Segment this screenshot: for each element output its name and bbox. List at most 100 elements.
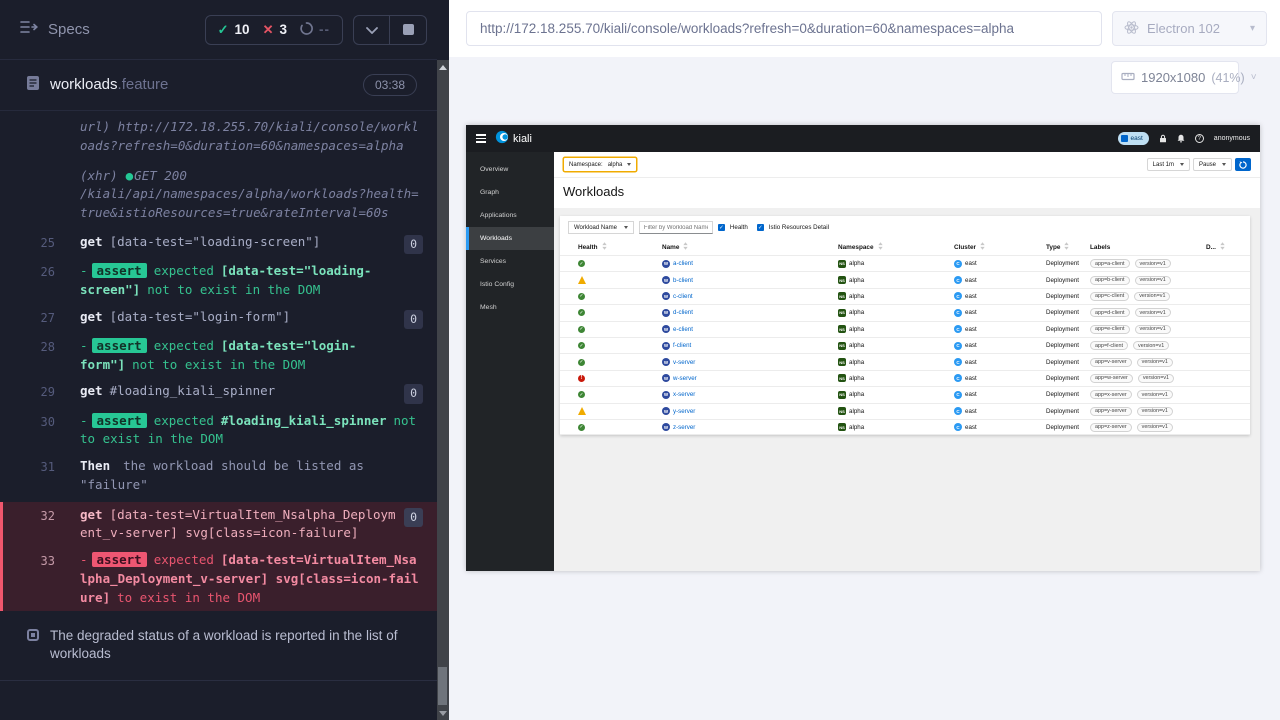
- workload-link-x-server[interactable]: x-server: [673, 391, 695, 398]
- filter-type-dropdown[interactable]: Workload Name: [568, 221, 634, 234]
- command-row-32[interactable]: 32get[data-test=VirtualItem_Nsalpha_Depl…: [3, 502, 437, 548]
- sidebar-item-applications[interactable]: Applications: [466, 204, 554, 227]
- health-checkbox[interactable]: ✓: [718, 224, 725, 231]
- name-cell: Wf-client: [662, 342, 838, 350]
- sort-icon: [1064, 242, 1069, 250]
- next-test-title[interactable]: The degraded status of a workload is rep…: [0, 623, 437, 680]
- pause-select[interactable]: Pause: [1193, 158, 1232, 171]
- specs-menu-icon[interactable]: [20, 20, 38, 39]
- label-pill: app=v-server: [1090, 358, 1132, 367]
- user-menu[interactable]: anonymous: [1214, 135, 1250, 142]
- command-number: 32: [3, 506, 55, 544]
- health-cell: ✓: [578, 293, 662, 300]
- workload-link-w-server[interactable]: w-server: [673, 375, 697, 382]
- url-input[interactable]: [466, 11, 1102, 46]
- lock-icon[interactable]: [1159, 130, 1167, 148]
- column-header-type[interactable]: Type: [1046, 242, 1090, 252]
- healthy-icon: ✓: [578, 359, 585, 366]
- sidebar-item-services[interactable]: Services: [466, 250, 554, 273]
- help-icon[interactable]: ?: [1195, 134, 1204, 143]
- sidebar-item-overview[interactable]: Overview: [466, 158, 554, 181]
- workload-badge: W: [662, 276, 670, 284]
- command-row-26[interactable]: 26-assertexpected[data-test="loading-scr…: [0, 258, 437, 304]
- chevron-down-icon: [1222, 163, 1226, 166]
- command-row-27[interactable]: 27get[data-test="login-form"]0: [0, 304, 437, 333]
- time-range-select[interactable]: Last 1m: [1147, 158, 1190, 171]
- workload-badge: W: [662, 391, 670, 399]
- namespace-badge: NS: [838, 342, 846, 350]
- column-header-health[interactable]: Health: [578, 242, 662, 252]
- browser-select[interactable]: Electron 102 ▾: [1112, 11, 1267, 46]
- sidebar-item-workloads[interactable]: Workloads: [466, 227, 554, 250]
- viewport-select[interactable]: 1920x1080 (41%) ˅: [1111, 61, 1239, 94]
- workload-link-z-server[interactable]: z-server: [673, 424, 695, 431]
- column-header-namespace[interactable]: Namespace: [838, 242, 954, 252]
- workload-link-y-server[interactable]: y-server: [673, 408, 695, 415]
- workload-row-z-server: ✓Wz-serverNSalphaCeastDeploymentapp=z-se…: [560, 419, 1250, 435]
- workload-link-b-client[interactable]: b-client: [673, 277, 693, 284]
- namespace-badge: NS: [838, 358, 846, 366]
- scrollbar-track[interactable]: [437, 60, 449, 720]
- command-row-31[interactable]: 31Thenthe workload should be listed as "…: [0, 453, 437, 499]
- cluster-cell: Ceast: [954, 342, 1046, 350]
- command-message: get[data-test="login-form"]: [55, 308, 398, 329]
- cluster-cell: Ceast: [954, 423, 1046, 431]
- command-message: get[data-test="loading-screen"]: [55, 233, 398, 254]
- label-pill: app=f-client: [1090, 341, 1128, 350]
- failed-commands-group: 32get[data-test=VirtualItem_Nsalpha_Depl…: [0, 502, 437, 612]
- workload-link-a-client[interactable]: a-client: [673, 260, 693, 267]
- workload-link-e-client[interactable]: e-client: [673, 326, 693, 333]
- workload-link-v-server[interactable]: v-server: [673, 359, 695, 366]
- spec-file-row[interactable]: workloads.feature 03:38: [0, 60, 437, 110]
- warning-icon: [578, 407, 586, 415]
- cluster-cell: Ceast: [954, 309, 1046, 317]
- page-title: Workloads: [563, 184, 624, 199]
- workload-link-f-client[interactable]: f-client: [673, 342, 691, 349]
- column-header-d[interactable]: D...: [1206, 242, 1250, 252]
- labels-cell: app=z-serverversion=v1: [1090, 423, 1206, 432]
- collapse-button[interactable]: [354, 16, 390, 44]
- command-row-25[interactable]: 25get[data-test="loading-screen"]0: [0, 229, 437, 258]
- workload-link-c-client[interactable]: c-client: [673, 293, 693, 300]
- stop-button[interactable]: [390, 16, 426, 44]
- workload-link-d-client[interactable]: d-client: [673, 309, 693, 316]
- scroll-down-arrow-icon[interactable]: [439, 711, 447, 716]
- command-number: 33: [3, 551, 55, 607]
- command-row-33[interactable]: 33-assertexpected[data-test=VirtualItem_…: [3, 547, 437, 611]
- workload-row-a-client: ✓Wa-clientNSalphaCeastDeploymentapp=a-cl…: [560, 255, 1250, 271]
- sidebar-item-graph[interactable]: Graph: [466, 181, 554, 204]
- command-row-30[interactable]: 30-assertexpected#loading_kiali_spinnern…: [0, 408, 437, 454]
- stat-failed: ✕ 3: [263, 22, 287, 38]
- workload-badge: W: [662, 374, 670, 382]
- scroll-up-arrow-icon[interactable]: [439, 65, 447, 70]
- command-message: get#loading_kiali_spinner: [55, 382, 398, 403]
- reporter-scrollbar[interactable]: [437, 0, 449, 720]
- label-pill: app=x-server: [1090, 390, 1132, 399]
- command-row-28[interactable]: 28-assertexpected[data-test="login-form"…: [0, 333, 437, 379]
- sort-icon: [878, 242, 883, 250]
- healthy-icon: ✓: [578, 342, 585, 349]
- bell-icon[interactable]: [1177, 130, 1185, 148]
- cluster-badge: C: [954, 423, 962, 431]
- column-header-cluster[interactable]: Cluster: [954, 242, 1046, 252]
- type-cell: Deployment: [1046, 326, 1090, 333]
- column-header-name[interactable]: Name: [662, 242, 838, 252]
- health-checkbox-label: Health: [730, 224, 748, 231]
- sidebar-item-istio-config[interactable]: Istio Config: [466, 273, 554, 296]
- istio-resources-checkbox[interactable]: ✓: [757, 224, 764, 231]
- spinner-icon: [300, 22, 313, 38]
- workload-row-f-client: ✓Wf-clientNSalphaCeastDeploymentapp=f-cl…: [560, 337, 1250, 353]
- command-row-29[interactable]: 29get#loading_kiali_spinner0: [0, 378, 437, 407]
- name-cell: Wz-server: [662, 423, 838, 431]
- sidebar-item-mesh[interactable]: Mesh: [466, 296, 554, 319]
- command-log: url) http://172.18.255.70/kiali/console/…: [0, 110, 437, 720]
- namespace-badge: NS: [838, 391, 846, 399]
- workload-filter-input[interactable]: [639, 221, 713, 234]
- health-cell: ✓: [578, 342, 662, 349]
- hamburger-menu-icon[interactable]: [476, 134, 486, 143]
- refresh-button[interactable]: [1235, 158, 1251, 171]
- scrollbar-thumb[interactable]: [438, 667, 447, 705]
- kiali-toolbar: Namespace: alpha Last 1m Pause: [554, 152, 1260, 178]
- health-cell: [578, 407, 662, 415]
- namespace-dropdown[interactable]: Namespace: alpha: [563, 157, 637, 172]
